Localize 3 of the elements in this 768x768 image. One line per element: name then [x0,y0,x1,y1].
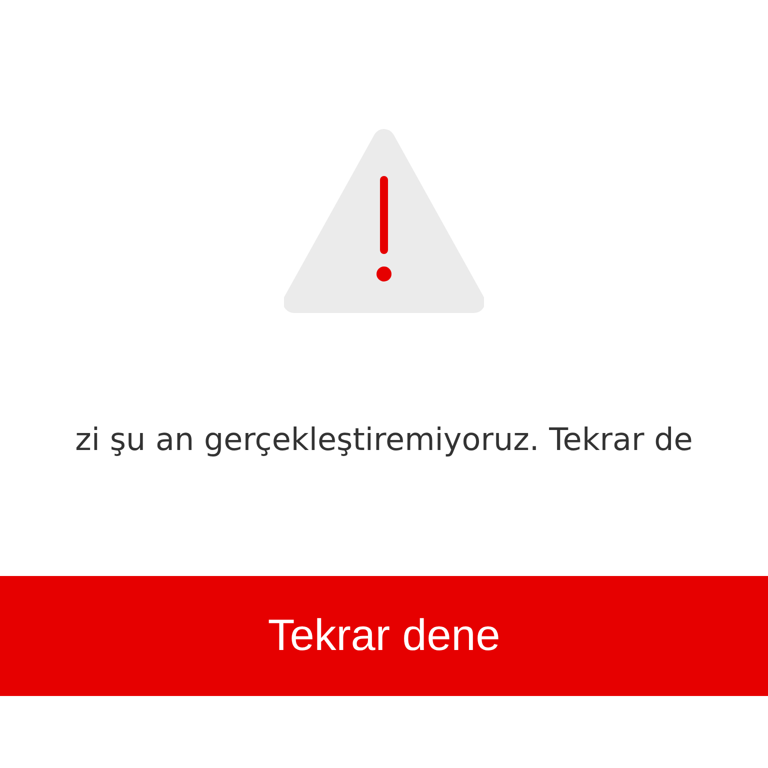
retry-button[interactable]: Tekrar dene [0,576,768,696]
warning-icon [284,128,484,314]
error-message: zi şu an gerçekleştiremiyoruz. Tekrar de [75,421,693,460]
